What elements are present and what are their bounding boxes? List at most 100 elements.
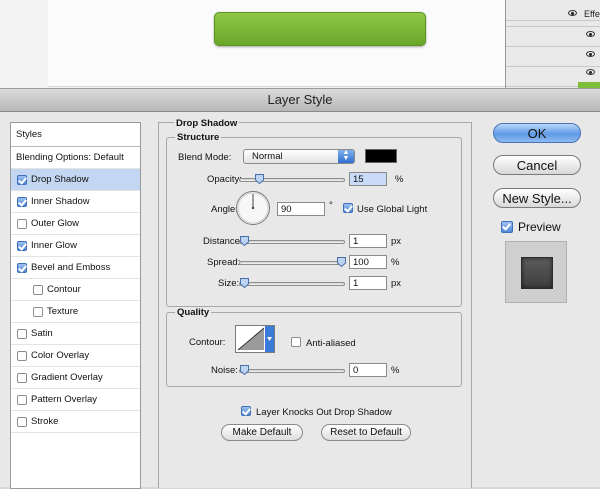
distance-label: Distance: — [203, 236, 243, 247]
style-item-checkbox[interactable] — [17, 197, 27, 207]
angle-unit: ° — [329, 200, 333, 211]
preview-label: Preview — [518, 220, 561, 234]
style-item-checkbox[interactable] — [17, 241, 27, 251]
quality-title: Quality — [175, 307, 212, 318]
dialog-titlebar[interactable]: Layer Style — [0, 89, 600, 112]
style-item-checkbox[interactable] — [33, 307, 43, 317]
document-canvas — [0, 0, 505, 88]
layer-row — [506, 26, 600, 47]
style-item-label: Stroke — [31, 416, 59, 427]
style-item-label: Inner Glow — [31, 240, 77, 251]
contour-picker[interactable] — [235, 325, 275, 353]
opacity-label: Opacity: — [207, 174, 242, 185]
style-item-checkbox[interactable] — [33, 285, 43, 295]
style-item-checkbox[interactable] — [17, 417, 27, 427]
style-item-checkbox[interactable] — [17, 395, 27, 405]
visibility-eye-icon[interactable] — [586, 69, 595, 75]
style-item-label: Gradient Overlay — [31, 372, 103, 383]
knockout-label: Layer Knocks Out Drop Shadow — [256, 407, 392, 418]
style-item-inner-glow[interactable]: Inner Glow — [11, 235, 140, 257]
style-preview — [505, 241, 567, 303]
layer-row — [506, 46, 600, 67]
style-item-outer-glow[interactable]: Outer Glow — [11, 213, 140, 235]
style-item-label: Bevel and Emboss — [31, 262, 111, 273]
anti-aliased-checkbox[interactable] — [291, 337, 301, 347]
style-item-label: Pattern Overlay — [31, 394, 97, 405]
size-unit: px — [391, 278, 402, 289]
style-item-checkbox[interactable] — [17, 175, 27, 185]
style-item-drop-shadow[interactable]: Drop Shadow — [11, 169, 140, 191]
size-slider[interactable] — [239, 278, 345, 288]
style-item-bevel-and-emboss[interactable]: Bevel and Emboss — [11, 257, 140, 279]
style-item-contour[interactable]: Contour — [11, 279, 140, 301]
new-style-button[interactable]: New Style... — [493, 188, 581, 208]
size-input[interactable]: 1 — [349, 276, 387, 290]
opacity-input[interactable]: 15 — [349, 172, 387, 186]
style-item-label: Drop Shadow — [31, 174, 89, 185]
style-item-gradient-overlay[interactable]: Gradient Overlay — [11, 367, 140, 389]
slider-thumb-icon[interactable] — [337, 257, 346, 267]
size-label: Size: — [218, 278, 240, 289]
styles-list-header[interactable]: Styles — [11, 123, 140, 147]
distance-unit: px — [391, 236, 402, 247]
blend-mode-select[interactable]: Normal ▲ ▼ — [243, 149, 355, 164]
slider-thumb-icon[interactable] — [240, 278, 249, 288]
style-item-label: Texture — [47, 306, 79, 317]
layers-panel: Effe — [505, 0, 600, 88]
cancel-button[interactable]: Cancel — [493, 155, 581, 175]
blend-mode-value: Normal — [252, 151, 283, 162]
style-item-checkbox[interactable] — [17, 351, 27, 361]
distance-input[interactable]: 1 — [349, 234, 387, 248]
visibility-eye-icon[interactable] — [568, 10, 577, 16]
style-item-blending-options-default[interactable]: Blending Options: Default — [11, 147, 140, 169]
style-item-stroke[interactable]: Stroke — [11, 411, 140, 433]
slider-thumb-icon[interactable] — [255, 174, 264, 184]
style-item-pattern-overlay[interactable]: Pattern Overlay — [11, 389, 140, 411]
opacity-slider[interactable] — [239, 174, 345, 184]
noise-input[interactable]: 0 — [349, 363, 387, 377]
knockout-checkbox[interactable] — [241, 406, 251, 416]
spread-unit: % — [391, 257, 400, 268]
style-item-checkbox[interactable] — [17, 219, 27, 229]
drop-shadow-panel: Drop Shadow Structure Blend Mode: Normal… — [158, 118, 472, 488]
use-global-light-checkbox[interactable] — [343, 203, 353, 213]
noise-slider[interactable] — [239, 365, 345, 375]
style-item-color-overlay[interactable]: Color Overlay — [11, 345, 140, 367]
style-item-checkbox[interactable] — [17, 329, 27, 339]
spread-label: Spread: — [207, 257, 241, 268]
shadow-color-swatch[interactable] — [365, 149, 397, 163]
spread-slider[interactable] — [239, 257, 346, 267]
use-global-light-label: Use Global Light — [357, 204, 428, 215]
styles-header-label: Styles — [16, 129, 42, 140]
ok-button[interactable]: OK — [493, 123, 581, 143]
slider-thumb-icon[interactable] — [240, 236, 249, 246]
slider-thumb-icon[interactable] — [240, 365, 249, 375]
style-item-satin[interactable]: Satin — [11, 323, 140, 345]
angle-dial[interactable] — [235, 190, 271, 226]
distance-slider[interactable] — [239, 236, 345, 246]
style-item-label: Blending Options: Default — [16, 152, 124, 163]
angle-input[interactable]: 90 — [277, 202, 325, 216]
layer-style-dialog: Layer Style Styles Blending Options: Def… — [0, 88, 600, 489]
preview-checkbox[interactable] — [501, 221, 513, 233]
style-item-checkbox[interactable] — [17, 263, 27, 273]
contour-label: Contour: — [189, 337, 226, 348]
preview-swatch — [521, 257, 553, 289]
style-item-checkbox[interactable] — [17, 373, 27, 383]
reset-to-default-button[interactable]: Reset to Default — [321, 424, 411, 441]
spread-input[interactable]: 100 — [349, 255, 387, 269]
style-item-inner-shadow[interactable]: Inner Shadow — [11, 191, 140, 213]
noise-unit: % — [391, 365, 400, 376]
structure-group: Structure Blend Mode: Normal ▲ ▼ Opacity:… — [166, 132, 462, 307]
contour-curve-icon — [237, 326, 274, 352]
style-item-texture[interactable]: Texture — [11, 301, 140, 323]
make-default-button[interactable]: Make Default — [221, 424, 303, 441]
angle-label: Angle: — [211, 204, 238, 215]
layer-row-effects: Effe — [506, 0, 600, 27]
visibility-eye-icon[interactable] — [586, 31, 595, 37]
noise-label: Noise: — [211, 365, 238, 376]
dialog-title: Layer Style — [267, 92, 333, 107]
select-arrows-icon: ▲ ▼ — [338, 149, 354, 163]
style-item-label: Contour — [47, 284, 81, 295]
visibility-eye-icon[interactable] — [586, 51, 595, 57]
